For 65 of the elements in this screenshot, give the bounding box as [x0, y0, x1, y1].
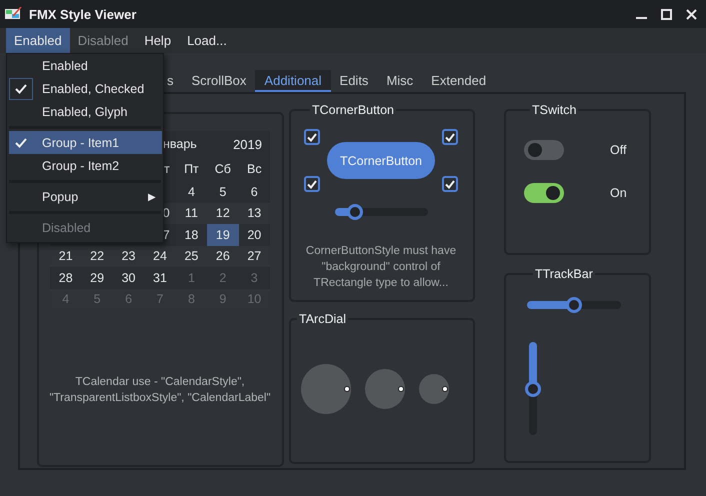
toggle-switch[interactable]: [524, 183, 564, 203]
checkbox[interactable]: [304, 176, 320, 192]
calendar-day[interactable]: 6: [238, 181, 270, 202]
group-title: TArcDial: [298, 312, 347, 326]
weekday-label: Пт: [183, 161, 200, 178]
calendar-day[interactable]: 22: [81, 246, 113, 267]
close-icon[interactable]: [686, 8, 697, 20]
calendar-year: 2019: [233, 136, 262, 152]
menu-item[interactable]: Enabled: [6, 28, 70, 53]
app-icon: [5, 7, 22, 21]
check-icon: [307, 132, 317, 142]
tab[interactable]: Misc: [377, 70, 422, 92]
calendar-day[interactable]: 13: [238, 202, 270, 224]
calendar-day[interactable]: 11: [176, 202, 208, 224]
checkbox[interactable]: [442, 176, 458, 192]
calendar-day[interactable]: 28: [50, 267, 82, 288]
calendar-day[interactable]: 29: [81, 267, 113, 288]
tab[interactable]: Additional: [255, 70, 331, 92]
corner-button-note: CornerButtonStyle must have "background" control of TRectangle type to allow...: [304, 244, 458, 291]
group-title: TCornerButton: [311, 103, 395, 117]
menu-item[interactable]: Help: [136, 28, 180, 53]
check-icon: [445, 180, 455, 188]
menu-item[interactable]: Group - Item1: [9, 131, 162, 154]
group-title: TTrackBar: [534, 267, 594, 281]
calendar-day[interactable]: 12: [207, 202, 239, 224]
maximize-icon[interactable]: [661, 8, 672, 20]
slider-thumb[interactable]: [346, 204, 363, 220]
window-title: FMX Style Viewer: [29, 6, 136, 22]
switch-label: On: [610, 186, 627, 200]
calendar-day[interactable]: 27: [238, 246, 270, 267]
calendar-day[interactable]: 23: [112, 246, 144, 267]
checkbox[interactable]: [442, 129, 458, 145]
weekday-label: Вс: [246, 161, 263, 178]
calendar-day[interactable]: 21: [50, 246, 82, 267]
calendar-day[interactable]: 26: [207, 246, 239, 267]
slider-thumb[interactable]: [525, 380, 541, 396]
weekday-label: Сб: [214, 161, 232, 178]
switch-label: Off: [610, 143, 626, 157]
menu-item[interactable]: Enabled, Glyph: [9, 100, 162, 123]
calendar-day[interactable]: 18: [176, 224, 208, 246]
checkbox[interactable]: [304, 129, 320, 145]
toggle-switch[interactable]: [524, 140, 564, 160]
calendar-day[interactable]: 31: [144, 267, 176, 288]
tab[interactable]: Extended: [422, 70, 496, 92]
weekday-label: т: [162, 161, 171, 178]
calendar-day[interactable]: 4: [176, 181, 208, 202]
calendar-day[interactable]: 25: [176, 246, 208, 267]
submenu-arrow: ▶: [148, 190, 156, 202]
calendar-day[interactable]: 19: [207, 224, 239, 246]
calendar-month: нварь: [163, 137, 197, 151]
menu-item[interactable]: Popup ▶: [9, 185, 162, 208]
corner-button[interactable]: TCornerButton: [327, 142, 435, 179]
group-title: TSwitch: [531, 103, 578, 117]
menu-item[interactable]: Load...: [179, 28, 235, 53]
tab[interactable]: Edits: [330, 70, 378, 92]
calendar-day[interactable]: 20: [238, 224, 270, 246]
calendar-note: TCalendar use - "CalendarStyle", "TransparentListboxStyle", "CalendarLabel": [48, 375, 272, 406]
menu-item[interactable]: Group - Item2: [9, 154, 162, 177]
calendar-day[interactable]: 30: [112, 267, 144, 288]
check-icon: [445, 132, 455, 142]
calendar-day[interactable]: 5: [207, 181, 239, 202]
slider-thumb[interactable]: [566, 297, 582, 313]
check-icon: [307, 180, 317, 188]
calendar-day[interactable]: 24: [144, 246, 176, 267]
tab[interactable]: ScrollBox: [182, 70, 256, 92]
